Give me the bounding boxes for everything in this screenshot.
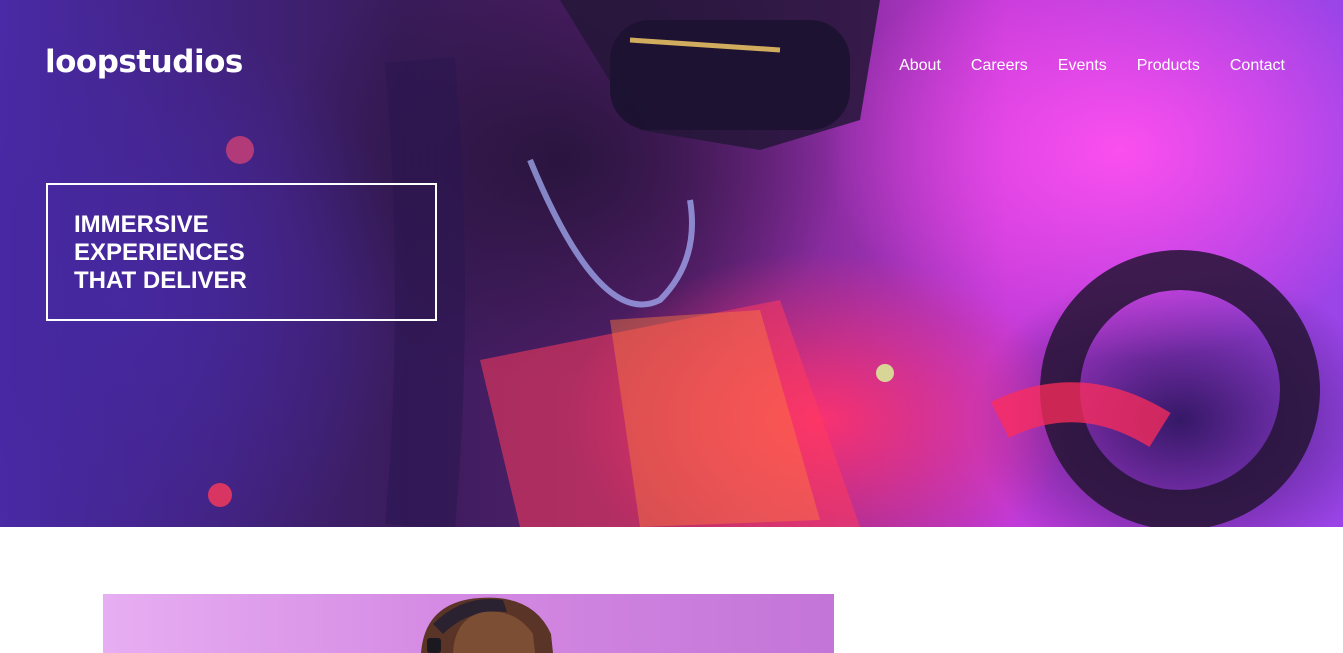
hero-headline-line-3: THAT DELIVER — [74, 267, 247, 294]
hero-headline-line-1: IMMERSIVE — [74, 211, 209, 238]
main-navigation: About Careers Events Products Contact — [899, 56, 1285, 76]
nav-link-contact[interactable]: Contact — [1230, 56, 1285, 76]
brand-logo[interactable]: loopstudios — [45, 44, 243, 80]
nav-link-about[interactable]: About — [899, 56, 941, 76]
hero-section: loopstudios About Careers Events Product… — [0, 0, 1343, 527]
nav-link-events[interactable]: Events — [1058, 56, 1107, 76]
hero-headline-line-2: EXPERIENCES — [74, 239, 245, 266]
interactive-vr-image — [103, 594, 834, 653]
nav-link-products[interactable]: Products — [1137, 56, 1200, 76]
nav-link-careers[interactable]: Careers — [971, 56, 1028, 76]
vr-headset-photo — [421, 597, 553, 653]
hero-headline-box: IMMERSIVE EXPERIENCES THAT DELIVER — [46, 183, 437, 321]
